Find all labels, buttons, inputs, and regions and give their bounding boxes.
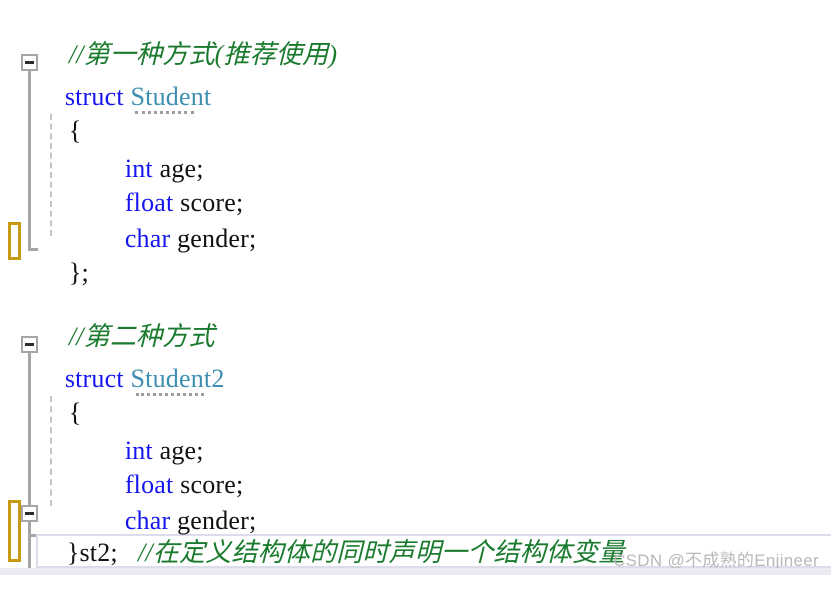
code-editor[interactable]: //第一种方式(推荐使用) struct Student { int age; … — [0, 0, 831, 575]
code-line-brace-open-2[interactable]: { — [0, 362, 82, 427]
member-name-gender: gender; — [177, 224, 257, 253]
code-line-member-gender-2[interactable]: char gender; — [0, 470, 256, 535]
comment-text: //在定义结构体的同时声明一个结构体变量 — [137, 538, 625, 567]
code-line-member-score-1[interactable]: float score; — [0, 152, 243, 217]
brace-close: }; — [68, 258, 89, 287]
keyword-char: char — [124, 224, 171, 253]
code-line-member-gender-1[interactable]: char gender; — [0, 188, 256, 253]
code-line-member-age-2[interactable]: int age; — [0, 400, 204, 465]
code-line-comment-1[interactable]: //第一种方式(推荐使用) — [0, 4, 337, 69]
brace-close-with-variable: }st2; — [66, 538, 118, 567]
code-line-brace-close-var[interactable]: }st2; //在定义结构体的同时声明一个结构体变量 — [0, 502, 624, 567]
code-line-struct-student2[interactable]: struct Student2 — [0, 328, 225, 393]
page-bottom-edge — [0, 568, 831, 575]
code-line-brace-close-1[interactable]: }; — [0, 222, 89, 287]
type-name-student: Student — [130, 82, 212, 111]
code-line-brace-open-1[interactable]: { — [0, 80, 82, 145]
code-line-struct-student[interactable]: struct Student — [0, 46, 211, 111]
type-name-student2: Student2 — [130, 364, 225, 393]
code-line-member-score-2[interactable]: float score; — [0, 434, 243, 499]
code-line-comment-2[interactable]: //第二种方式 — [0, 286, 215, 351]
code-line-member-age-1[interactable]: int age; — [0, 118, 204, 183]
